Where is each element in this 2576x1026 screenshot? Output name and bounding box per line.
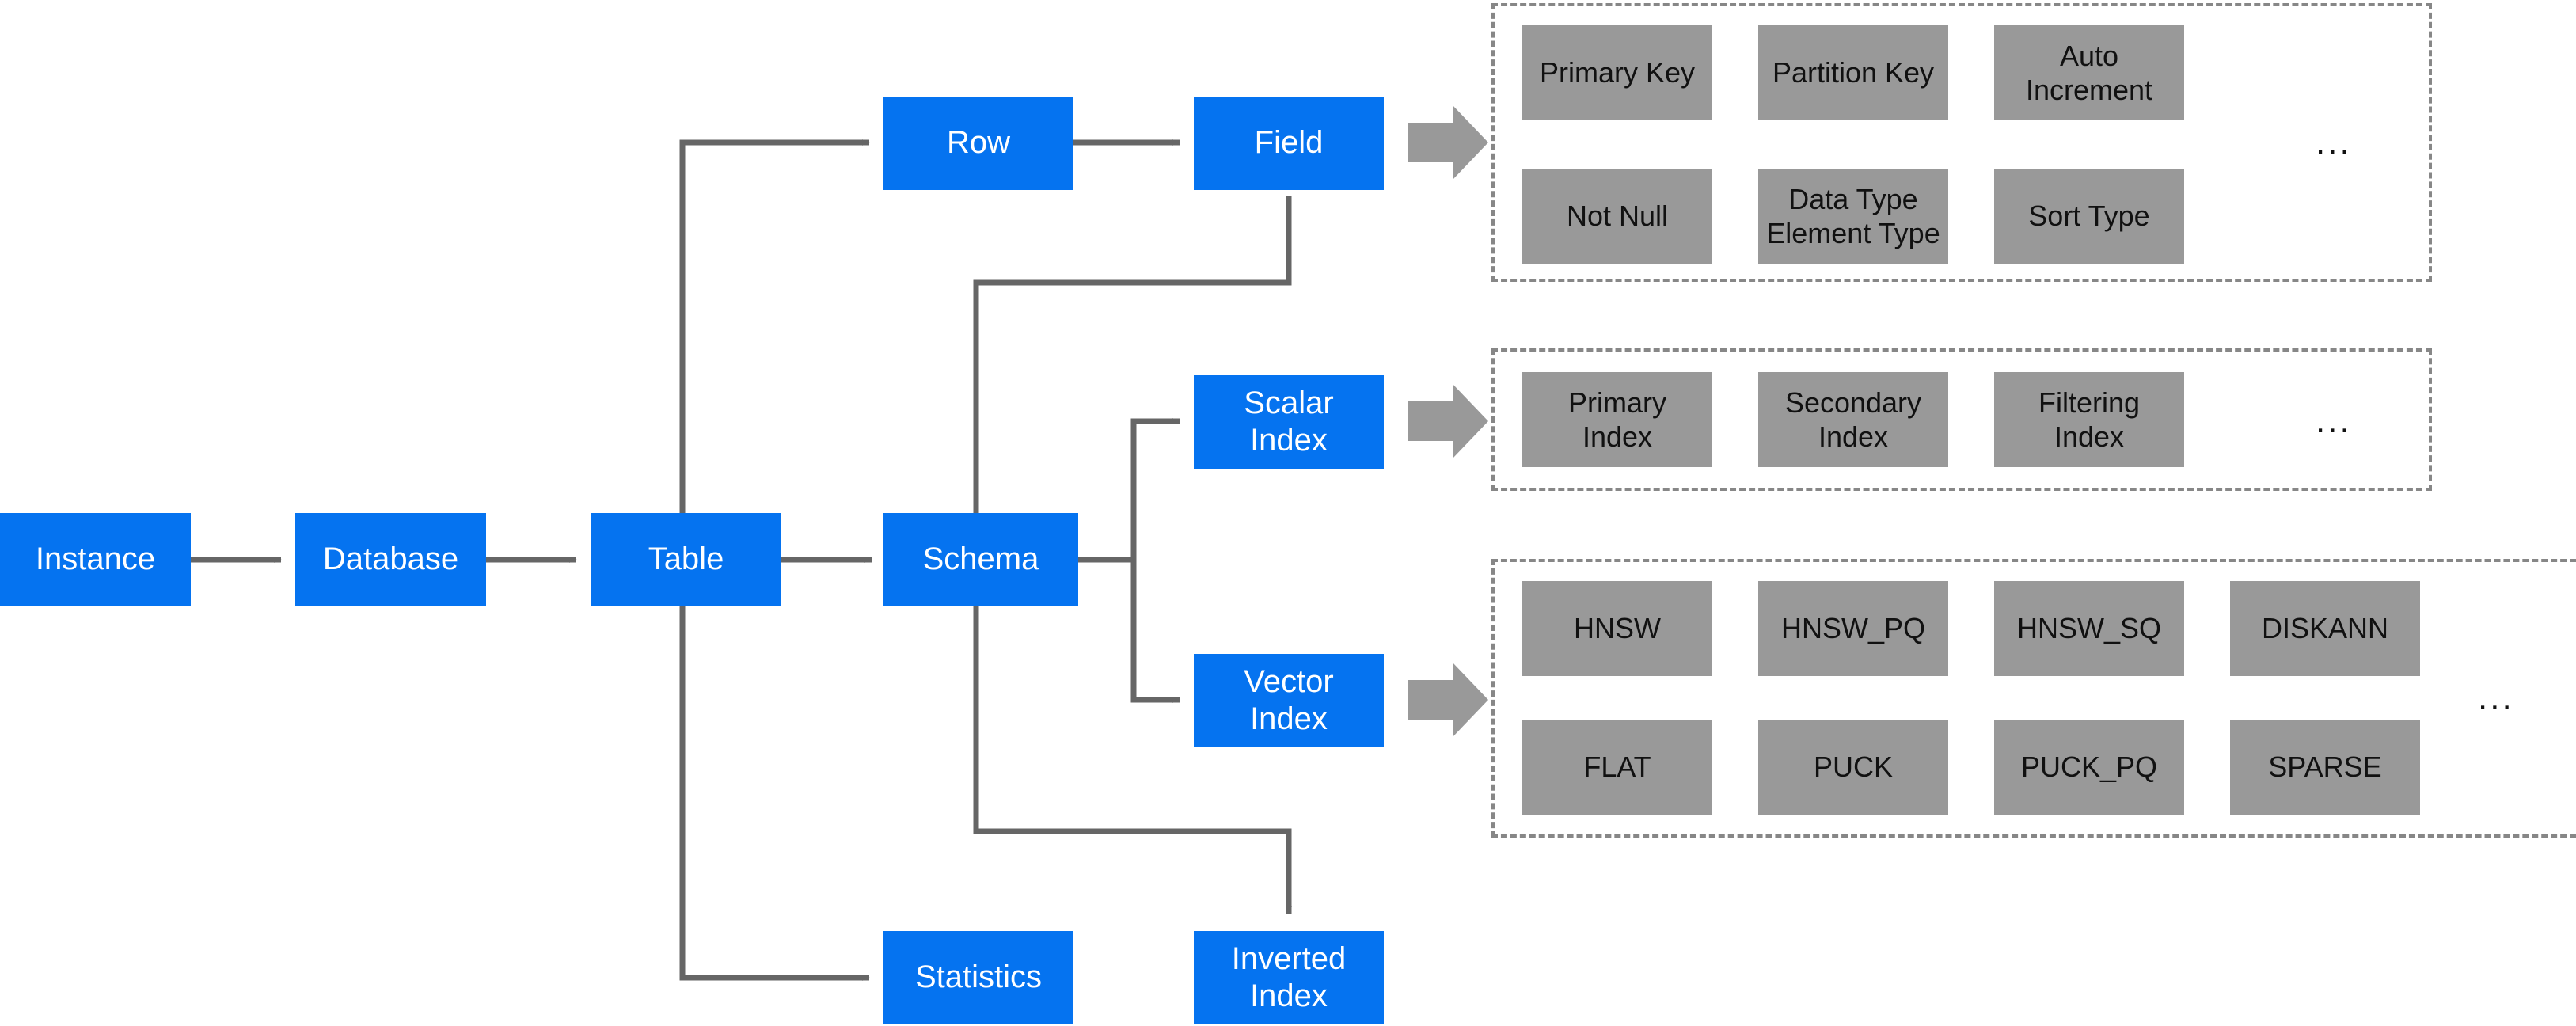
node-schema-label: Schema bbox=[922, 542, 1039, 577]
node-inverted-index[interactable]: Inverted Index bbox=[1194, 931, 1384, 1024]
edge-table-statistics bbox=[679, 560, 870, 981]
chip-sort-type-label: Sort Type bbox=[2028, 200, 2150, 233]
node-statistics-label: Statistics bbox=[914, 960, 1043, 995]
chip-data-type-label-line2: Element Type bbox=[1766, 217, 1940, 249]
chip-primary-index-label-line1: Primary bbox=[1568, 386, 1666, 419]
chip-sparse[interactable]: SPARSE bbox=[2230, 720, 2420, 815]
node-vector-index-label-line2: Index bbox=[1250, 701, 1328, 736]
chip-diskann-label: DISKANN bbox=[2261, 612, 2389, 645]
chip-auto-increment-label-line2: Increment bbox=[2025, 74, 2153, 106]
ellipsis-field-attributes: ... bbox=[2316, 123, 2352, 162]
node-table[interactable]: Table bbox=[591, 513, 781, 606]
node-field-label: Field bbox=[1254, 125, 1324, 161]
node-inverted-index-label-line1: Inverted bbox=[1231, 940, 1347, 976]
node-scalar-index-label-line1: Scalar bbox=[1244, 385, 1334, 420]
node-statistics[interactable]: Statistics bbox=[883, 931, 1073, 1024]
chip-hnsw-pq[interactable]: HNSW_PQ bbox=[1758, 581, 1948, 676]
chip-primary-index-label-line2: Index bbox=[1582, 420, 1653, 453]
chip-sparse-label: SPARSE bbox=[2268, 750, 2382, 784]
chip-puck[interactable]: PUCK bbox=[1758, 720, 1948, 815]
ellipsis-scalar-index-types: ... bbox=[2316, 401, 2352, 440]
chip-primary-index[interactable]: Primary Index bbox=[1522, 372, 1712, 467]
diagram-canvas: Instance Database Table Schema Row Field… bbox=[0, 0, 2576, 1026]
chip-hnsw-pq-label: HNSW_PQ bbox=[1780, 612, 1926, 645]
node-row-label: Row bbox=[946, 125, 1011, 161]
node-scalar-index-label-line2: Index bbox=[1250, 423, 1328, 458]
chip-secondary-index[interactable]: Secondary Index bbox=[1758, 372, 1948, 467]
chip-secondary-index-label-line1: Secondary bbox=[1784, 386, 1922, 419]
chip-filtering-index[interactable]: Filtering Index bbox=[1994, 372, 2184, 467]
node-instance[interactable]: Instance bbox=[0, 513, 191, 606]
chip-primary-key[interactable]: Primary Key bbox=[1522, 25, 1712, 120]
edge-table-row bbox=[679, 139, 870, 560]
chip-flat-label: FLAT bbox=[1583, 750, 1651, 784]
chip-puck-pq-label: PUCK_PQ bbox=[2020, 750, 2158, 784]
node-scalar-index[interactable]: Scalar Index bbox=[1194, 375, 1384, 469]
chip-auto-increment-label-line1: Auto bbox=[2059, 39, 2119, 72]
block-arrow-vector-index bbox=[1408, 663, 1488, 737]
node-row[interactable]: Row bbox=[883, 97, 1073, 190]
chip-hnsw-label: HNSW bbox=[1574, 612, 1661, 645]
block-arrow-field bbox=[1408, 105, 1488, 180]
node-database-label: Database bbox=[322, 542, 459, 577]
chip-filtering-index-label-line1: Filtering bbox=[2038, 386, 2141, 419]
chip-flat[interactable]: FLAT bbox=[1522, 720, 1712, 815]
chip-filtering-index-label-line2: Index bbox=[2054, 420, 2125, 453]
node-vector-index-label-line1: Vector bbox=[1244, 663, 1334, 699]
node-table-label: Table bbox=[648, 542, 724, 577]
chip-data-type-element-type[interactable]: Data Type Element Type bbox=[1758, 169, 1948, 264]
node-instance-label: Instance bbox=[35, 542, 156, 577]
chip-secondary-index-label-line2: Index bbox=[1818, 420, 1889, 453]
chip-puck-label: PUCK bbox=[1813, 750, 1894, 784]
chip-not-null[interactable]: Not Null bbox=[1522, 169, 1712, 264]
node-schema[interactable]: Schema bbox=[883, 513, 1078, 606]
edge-schema-vector-index bbox=[1078, 557, 1180, 703]
chip-puck-pq[interactable]: PUCK_PQ bbox=[1994, 720, 2184, 815]
chip-sort-type[interactable]: Sort Type bbox=[1994, 169, 2184, 264]
chip-hnsw-sq-label: HNSW_SQ bbox=[2016, 612, 2162, 645]
node-vector-index[interactable]: Vector Index bbox=[1194, 654, 1384, 747]
block-arrow-scalar-index bbox=[1408, 384, 1488, 458]
chip-hnsw-sq[interactable]: HNSW_SQ bbox=[1994, 581, 2184, 676]
chip-not-null-label: Not Null bbox=[1566, 200, 1669, 233]
ellipsis-vector-index-types: ... bbox=[2478, 678, 2514, 717]
chip-hnsw[interactable]: HNSW bbox=[1522, 581, 1712, 676]
node-inverted-index-label-line2: Index bbox=[1250, 978, 1328, 1013]
node-database[interactable]: Database bbox=[295, 513, 486, 606]
chip-data-type-label-line1: Data Type bbox=[1788, 182, 1918, 215]
chip-primary-key-label: Primary Key bbox=[1539, 56, 1696, 89]
chip-diskann[interactable]: DISKANN bbox=[2230, 581, 2420, 676]
chip-auto-increment[interactable]: Auto Increment bbox=[1994, 25, 2184, 120]
edge-schema-scalar-index bbox=[1078, 418, 1180, 563]
node-field[interactable]: Field bbox=[1194, 97, 1384, 190]
chip-partition-key[interactable]: Partition Key bbox=[1758, 25, 1948, 120]
chip-partition-key-label: Partition Key bbox=[1772, 56, 1935, 89]
